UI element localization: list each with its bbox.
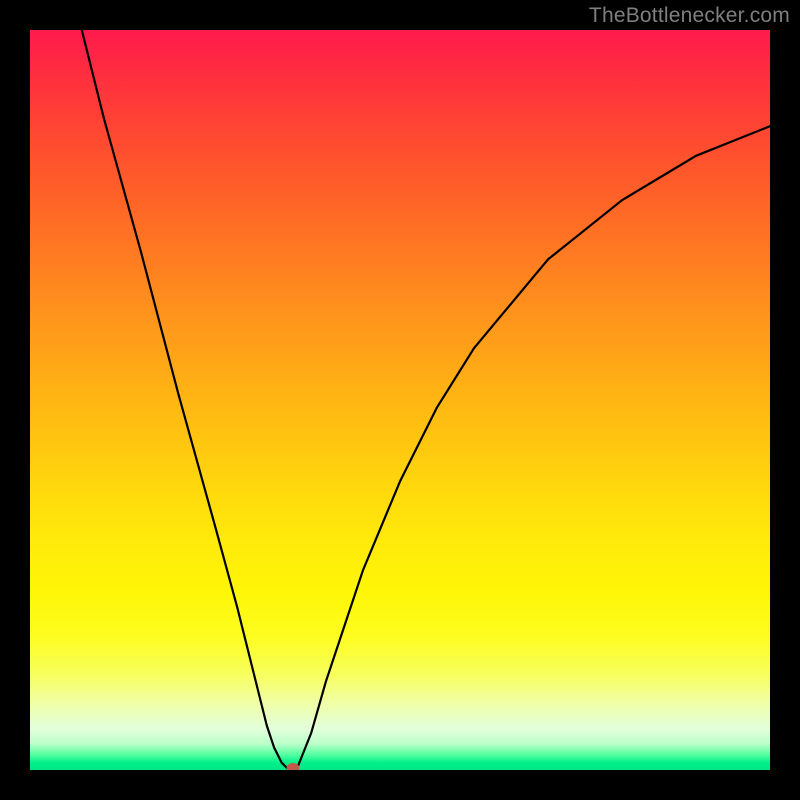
bottleneck-curve: [30, 30, 770, 770]
curve-path: [82, 30, 770, 770]
plot-area: [30, 30, 770, 770]
optimal-point-marker: [286, 763, 299, 770]
watermark-text: TheBottlenecker.com: [589, 4, 790, 28]
chart-frame: TheBottlenecker.com: [0, 0, 800, 800]
